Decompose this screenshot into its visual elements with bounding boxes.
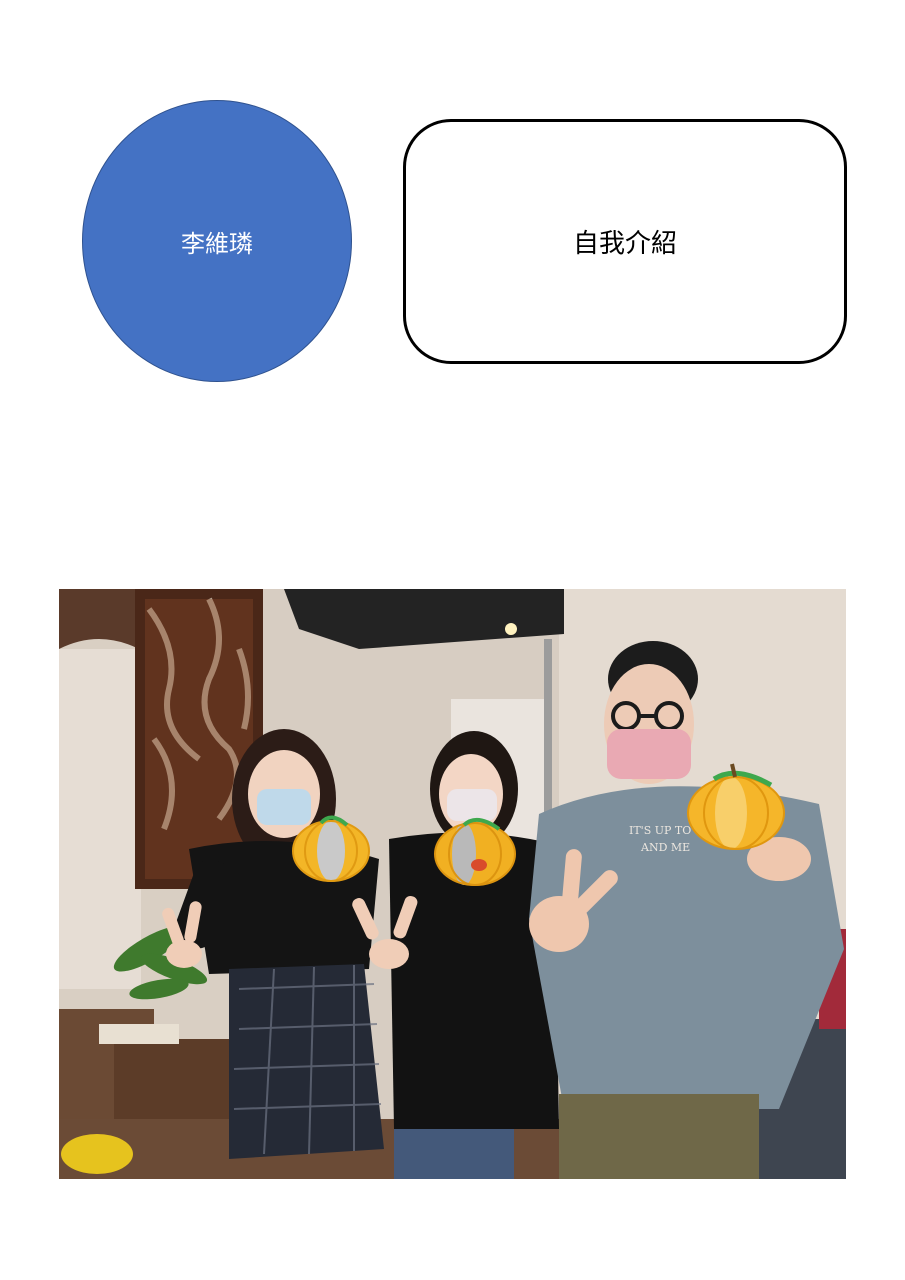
self-introduction-box: 自我介紹 [403, 119, 847, 364]
name-circle: 李維璘 [82, 100, 352, 382]
group-photo: IT'S UP TO YO AND ME [59, 589, 846, 1179]
sweatshirt-print-line-2: AND ME [640, 841, 690, 854]
group-photo-illustration: IT'S UP TO YO AND ME [59, 589, 846, 1179]
name-label: 李維璘 [181, 229, 253, 258]
self-introduction-label: 自我介紹 [572, 229, 677, 259]
